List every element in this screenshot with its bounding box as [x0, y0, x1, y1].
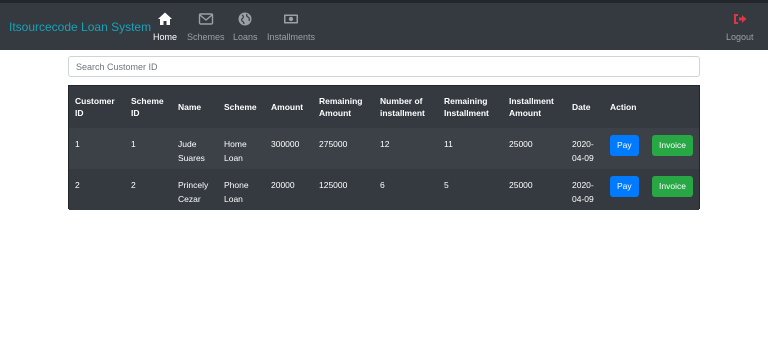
cell-date: 2020-04-09: [572, 139, 594, 163]
nav-home[interactable]: Home: [153, 11, 177, 42]
cell-date: 2020-04-09: [572, 180, 594, 204]
search-customer-input[interactable]: [68, 56, 700, 77]
header-number-of-installment: Number of installment: [380, 96, 425, 118]
loans-table: Customer ID Scheme ID Name Scheme Amount…: [69, 86, 700, 210]
cell-remaining-installment: 11: [444, 139, 453, 149]
money-bill-icon: [284, 14, 299, 24]
cell-remaining-amount: 125000: [319, 180, 348, 190]
envelope-icon: [198, 13, 213, 25]
cell-number-of-installment: 12: [380, 139, 390, 149]
header-scheme-id: Scheme ID: [131, 96, 164, 118]
loans-table-container: Customer ID Scheme ID Name Scheme Amount…: [68, 85, 700, 210]
cell-scheme-id: 1: [131, 139, 136, 149]
pay-button[interactable]: Pay: [610, 176, 639, 197]
cell-name: Jude Suares: [178, 139, 205, 163]
header-action: Action: [610, 102, 637, 112]
cell-installment-amount: 25000: [509, 139, 533, 149]
globe-icon: [238, 12, 252, 26]
cell-name: Princely Cezar: [178, 180, 209, 204]
nav-installments-label: Installments: [267, 32, 316, 42]
cell-number-of-installment: 6: [380, 180, 385, 190]
cell-remaining-installment: 5: [444, 180, 449, 190]
header-installment-amount: Installment Amount: [509, 96, 554, 118]
cell-customer-id: 2: [75, 180, 80, 190]
cell-customer-id: 1: [75, 139, 80, 149]
cell-remaining-amount: 275000: [319, 139, 348, 149]
top-navbar: Itsourcecode Loan System Home Schemes Lo…: [0, 0, 768, 50]
cell-amount: 300000: [271, 139, 300, 149]
nav-logout[interactable]: Logout: [726, 11, 754, 42]
nav-loans[interactable]: Loans: [233, 11, 258, 42]
sign-out-icon: [733, 14, 747, 24]
brand-title[interactable]: Itsourcecode Loan System: [9, 20, 151, 34]
nav-schemes-label: Schemes: [187, 32, 225, 42]
cell-scheme-id: 2: [131, 180, 136, 190]
table-row: 1 1 Jude Suares Home Loan 300000 275000 …: [69, 128, 700, 169]
invoice-button[interactable]: Invoice: [652, 135, 693, 156]
table-row: 2 2 Princely Cezar Phone Loan 20000 1250…: [69, 169, 700, 210]
header-customer-id: Customer ID: [75, 96, 115, 118]
nav-schemes[interactable]: Schemes: [187, 11, 225, 42]
nav-installments[interactable]: Installments: [267, 11, 315, 42]
header-remaining-installment: Remaining Installment: [444, 96, 489, 118]
nav-home-label: Home: [153, 32, 178, 42]
nav-logout-label: Logout: [726, 32, 754, 42]
home-icon: [158, 12, 172, 25]
header-remaining-amount: Remaining Amount: [319, 96, 363, 118]
table-header-row: Customer ID Scheme ID Name Scheme Amount…: [69, 86, 699, 128]
cell-invoice-action: Invoice: [646, 128, 699, 169]
header-scheme: Scheme: [224, 102, 257, 112]
cell-pay-action: Pay: [604, 128, 646, 169]
pay-button[interactable]: Pay: [610, 135, 639, 156]
header-name: Name: [178, 102, 202, 112]
cell-installment-amount: 25000: [509, 180, 533, 190]
cell-scheme: Home Loan: [224, 139, 247, 163]
nav-loans-label: Loans: [233, 32, 258, 42]
cell-amount: 20000: [271, 180, 295, 190]
header-amount: Amount: [271, 102, 304, 112]
header-date: Date: [572, 102, 591, 112]
cell-scheme: Phone Loan: [224, 180, 249, 204]
invoice-button[interactable]: Invoice: [652, 176, 693, 197]
cell-pay-action: Pay: [604, 169, 646, 210]
cell-invoice-action: Invoice: [646, 169, 699, 210]
